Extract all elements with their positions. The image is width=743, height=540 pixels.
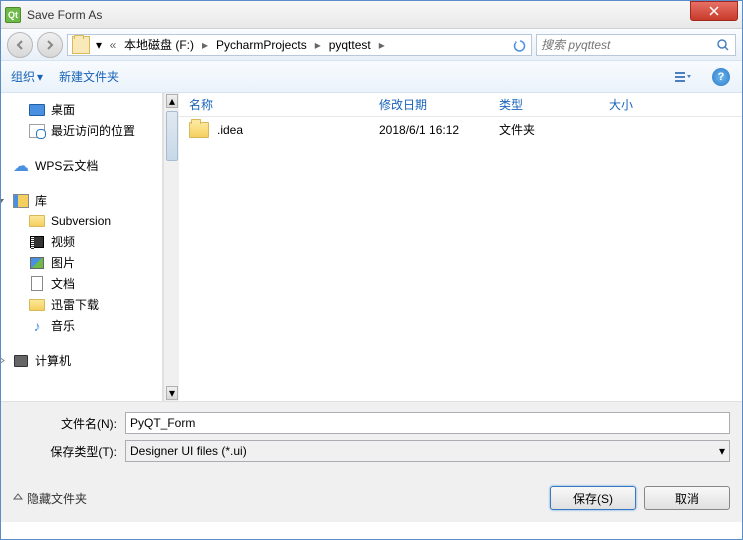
sidebar-item-desktop[interactable]: 桌面 (1, 99, 162, 120)
sidebar-item-music[interactable]: ♪ 音乐 (1, 315, 162, 336)
sidebar-label: 迅雷下载 (51, 296, 99, 313)
search-input[interactable] (541, 38, 715, 52)
folder-icon (29, 215, 45, 227)
chevron-right-icon[interactable]: ▸ (198, 35, 212, 55)
dropdown-icon: ▾ (719, 444, 725, 458)
file-row[interactable]: .idea 2018/6/1 16:12 文件夹 (179, 117, 742, 142)
organize-menu[interactable]: 组织 ▾ (11, 68, 43, 85)
sidebar-label: 计算机 (35, 352, 71, 369)
column-type[interactable]: 类型 (499, 96, 609, 113)
sidebar-item-videos[interactable]: 视频 (1, 231, 162, 252)
document-icon (31, 276, 43, 291)
chevron-right-icon[interactable]: ▸ (375, 35, 389, 55)
sidebar-item-libraries[interactable]: 库 (1, 190, 162, 211)
save-button[interactable]: 保存(S) (550, 486, 636, 510)
form-panel: 文件名(N): 保存类型(T): Designer UI files (*.ui… (1, 401, 742, 474)
new-folder-button[interactable]: 新建文件夹 (59, 68, 119, 85)
file-area: ▴ ▾ 名称 修改日期 类型 大小 .idea 2018/6/1 16:12 (163, 93, 742, 401)
search-box[interactable] (536, 34, 736, 56)
collapse-icon (13, 491, 23, 505)
app-icon: Qt (5, 7, 21, 23)
cancel-button[interactable]: 取消 (644, 486, 730, 510)
body-area: 桌面 最近访问的位置 ☁ WPS云文档 库 (1, 93, 742, 401)
desktop-icon (29, 104, 45, 116)
scroll-thumb[interactable] (166, 111, 178, 161)
library-icon (13, 194, 29, 208)
sidebar-item-pictures[interactable]: 图片 (1, 252, 162, 273)
sidebar-label: Subversion (51, 214, 111, 228)
folder-icon (189, 122, 209, 138)
sidebar-label: 图片 (51, 254, 75, 271)
filename-label: 文件名(N): (13, 415, 125, 432)
breadcrumb-dropdown-icon[interactable]: ▾ (92, 35, 106, 55)
nav-bar: ▾ « 本地磁盘 (F:) ▸ PycharmProjects ▸ pyqtte… (1, 29, 742, 61)
picture-icon (30, 257, 44, 269)
breadcrumb-item[interactable]: pyqttest (325, 35, 375, 55)
sidebar-item-subversion[interactable]: Subversion (1, 211, 162, 231)
help-icon: ? (712, 68, 730, 86)
file-type: 文件夹 (499, 121, 609, 138)
column-headers: 名称 修改日期 类型 大小 (179, 93, 742, 117)
breadcrumb-item[interactable]: 本地磁盘 (F:) (120, 35, 198, 55)
filetype-label: 保存类型(T): (13, 443, 125, 460)
search-icon[interactable] (715, 37, 731, 53)
sidebar-item-recent[interactable]: 最近访问的位置 (1, 120, 162, 141)
cloud-icon: ☁ (13, 158, 29, 174)
sidebar-label: 库 (35, 192, 47, 209)
window-title: Save Form As (27, 8, 690, 22)
hide-folders-toggle[interactable]: 隐藏文件夹 (13, 490, 87, 507)
collapse-icon[interactable] (1, 196, 5, 206)
music-icon: ♪ (29, 318, 45, 334)
sidebar-item-documents[interactable]: 文档 (1, 273, 162, 294)
file-date: 2018/6/1 16:12 (379, 123, 499, 137)
toolbar: 组织 ▾ 新建文件夹 ? (1, 61, 742, 93)
help-button[interactable]: ? (710, 66, 732, 88)
sidebar-label: 桌面 (51, 101, 75, 118)
chevron-right-icon[interactable]: ▸ (311, 35, 325, 55)
expand-icon[interactable] (1, 356, 5, 366)
sidebar-label: 视频 (51, 233, 75, 250)
sidebar-item-xunlei[interactable]: 迅雷下载 (1, 294, 162, 315)
organize-label: 组织 (11, 68, 35, 85)
sidebar-scrollbar[interactable]: ▴ ▾ (163, 93, 179, 401)
sidebar-item-wps-cloud[interactable]: ☁ WPS云文档 (1, 155, 162, 176)
filename-input[interactable] (125, 412, 730, 434)
scroll-down-icon[interactable]: ▾ (166, 386, 178, 400)
sidebar: 桌面 最近访问的位置 ☁ WPS云文档 库 (1, 93, 163, 401)
save-dialog-window: Qt Save Form As ▾ « 本地磁盘 (F:) ▸ PycharmP… (0, 0, 743, 540)
column-size[interactable]: 大小 (609, 96, 689, 113)
hide-folders-label: 隐藏文件夹 (27, 490, 87, 507)
dropdown-icon: ▾ (37, 70, 43, 84)
sidebar-label: WPS云文档 (35, 157, 98, 174)
chevron-left-double-icon[interactable]: « (106, 35, 120, 55)
forward-button[interactable] (37, 32, 63, 58)
titlebar: Qt Save Form As (1, 1, 742, 29)
back-button[interactable] (7, 32, 33, 58)
column-name[interactable]: 名称 (189, 96, 379, 113)
sidebar-label: 文档 (51, 275, 75, 292)
sidebar-label: 最近访问的位置 (51, 122, 135, 139)
sidebar-item-computer[interactable]: 计算机 (1, 350, 162, 371)
folder-icon (72, 36, 90, 54)
file-name: .idea (217, 123, 243, 137)
scroll-up-icon[interactable]: ▴ (166, 94, 178, 108)
refresh-icon[interactable] (511, 37, 529, 55)
breadcrumb-item[interactable]: PycharmProjects (212, 35, 311, 55)
recent-icon (29, 124, 45, 138)
video-icon (30, 236, 44, 248)
file-list[interactable]: 名称 修改日期 类型 大小 .idea 2018/6/1 16:12 文件夹 (179, 93, 742, 401)
view-options-button[interactable] (672, 66, 694, 88)
filetype-select[interactable]: Designer UI files (*.ui) ▾ (125, 440, 730, 462)
filetype-value: Designer UI files (*.ui) (130, 444, 247, 458)
folder-icon (29, 299, 45, 311)
sidebar-label: 音乐 (51, 317, 75, 334)
computer-icon (14, 355, 28, 367)
breadcrumb[interactable]: ▾ « 本地磁盘 (F:) ▸ PycharmProjects ▸ pyqtte… (67, 34, 532, 56)
footer: 隐藏文件夹 保存(S) 取消 (1, 474, 742, 522)
close-button[interactable] (690, 1, 738, 21)
column-date[interactable]: 修改日期 (379, 96, 499, 113)
